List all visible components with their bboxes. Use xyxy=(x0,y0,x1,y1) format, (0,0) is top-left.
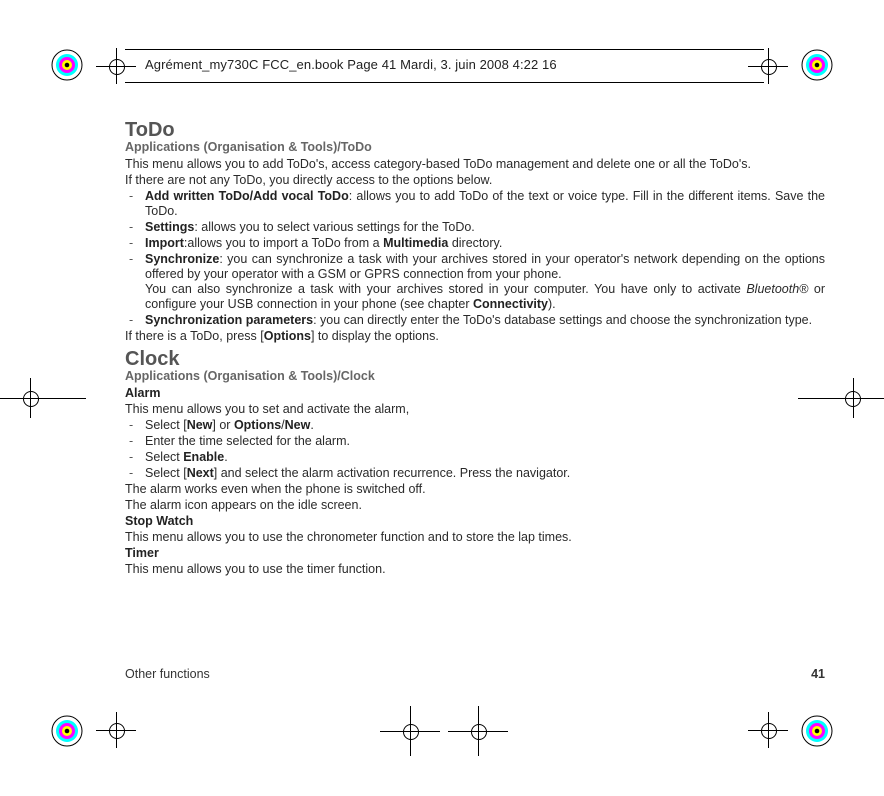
list-item-label: Import xyxy=(145,236,184,250)
page-header: Agrément_my730C FCC_en.book Page 41 Mard… xyxy=(125,49,764,83)
body-text: Options xyxy=(264,329,311,343)
page-footer: Other functions 41 xyxy=(125,667,825,681)
breadcrumb: Applications (Organisation & Tools)/Cloc… xyxy=(125,369,825,384)
list-item-label: Add written ToDo/Add vocal ToDo xyxy=(145,189,349,203)
body-text: If there are not any ToDo, you directly … xyxy=(125,173,825,188)
list-item-text: Select xyxy=(145,450,183,464)
body-text: This menu allows you to use the timer fu… xyxy=(125,562,825,577)
list-item-text: You can also synchronize a task with you… xyxy=(145,282,746,296)
list-item-text: ] and select the alarm activation recurr… xyxy=(214,466,570,480)
list-item-label: Synchronize xyxy=(145,252,219,266)
register-mark-icon xyxy=(50,714,84,748)
bullet-list: Select [New] or Options/New. Enter the t… xyxy=(125,418,825,481)
crop-mark-icon xyxy=(96,712,136,748)
list-item: Select [New] or Options/New. xyxy=(125,418,825,433)
list-item-text: Select [ xyxy=(145,466,187,480)
list-item: Settings: allows you to select various s… xyxy=(125,220,825,235)
header-text: Agrément_my730C FCC_en.book Page 41 Mard… xyxy=(145,57,557,72)
list-item-label: Settings xyxy=(145,220,194,234)
body-text: If there is a ToDo, press [Options] to d… xyxy=(125,329,825,344)
list-item-text: ] or xyxy=(212,418,234,432)
list-item-text: ). xyxy=(548,297,556,311)
body-text: This menu allows you to set and activate… xyxy=(125,402,825,417)
list-item: Enter the time selected for the alarm. xyxy=(125,434,825,449)
section-title-todo: ToDo xyxy=(125,123,825,138)
breadcrumb: Applications (Organisation & Tools)/ToDo xyxy=(125,140,825,155)
list-item-label: New xyxy=(187,418,213,432)
register-mark-icon xyxy=(800,48,834,82)
body-text: This menu allows you to use the chronome… xyxy=(125,530,825,545)
body-text: If there is a ToDo, press [ xyxy=(125,329,264,343)
list-item: Synchronize: you can synchronize a task … xyxy=(125,252,825,312)
bullet-list: Add written ToDo/Add vocal ToDo : allows … xyxy=(125,189,825,328)
list-item-text: : you can synchronize a task with your a… xyxy=(145,252,825,281)
subheading: Alarm xyxy=(125,386,825,401)
list-item-label: Multimedia xyxy=(383,236,448,250)
footer-section: Other functions xyxy=(125,667,210,681)
list-item: Select [Next] and select the alarm activ… xyxy=(125,466,825,481)
list-item-text: Bluetooth® xyxy=(746,282,808,296)
list-item: Select Enable. xyxy=(125,450,825,465)
list-item-text: . xyxy=(310,418,313,432)
body-text: The alarm icon appears on the idle scree… xyxy=(125,498,825,513)
list-item-label: New xyxy=(285,418,311,432)
list-item-label: Options xyxy=(234,418,281,432)
crop-mark-icon xyxy=(0,378,90,418)
list-item: Synchronization parameters: you can dire… xyxy=(125,313,825,328)
page-number: 41 xyxy=(811,667,825,681)
list-item-text: Select [ xyxy=(145,418,187,432)
list-item-text: directory. xyxy=(448,236,502,250)
section-title-clock: Clock xyxy=(125,352,825,367)
list-item-label: Synchronization parameters xyxy=(145,313,313,327)
list-item-label: Next xyxy=(187,466,214,480)
list-item-label: Enable xyxy=(183,450,224,464)
list-item-text: :allows you to import a ToDo from a xyxy=(184,236,383,250)
subheading: Timer xyxy=(125,546,825,561)
list-item-text: . xyxy=(224,450,227,464)
crop-mark-icon xyxy=(380,706,440,756)
subheading: Stop Watch xyxy=(125,514,825,529)
page: { "header": { "text": "Agrément_my730C F… xyxy=(0,0,884,796)
body-text: This menu allows you to add ToDo's, acce… xyxy=(125,157,825,172)
register-mark-icon xyxy=(50,48,84,82)
crop-mark-icon xyxy=(448,706,508,756)
crop-mark-icon xyxy=(748,712,788,748)
list-item-label: Connectivity xyxy=(473,297,548,311)
list-item-text: : you can directly enter the ToDo's data… xyxy=(313,313,812,327)
body-text: The alarm works even when the phone is s… xyxy=(125,482,825,497)
list-item: Add written ToDo/Add vocal ToDo: allows … xyxy=(125,189,825,219)
body-text: ] to display the options. xyxy=(311,329,439,343)
page-content: ToDo Applications (Organisation & Tools)… xyxy=(125,115,825,578)
register-mark-icon xyxy=(800,714,834,748)
list-item: Import:allows you to import a ToDo from … xyxy=(125,236,825,251)
list-item-text: : allows you to select various settings … xyxy=(194,220,474,234)
